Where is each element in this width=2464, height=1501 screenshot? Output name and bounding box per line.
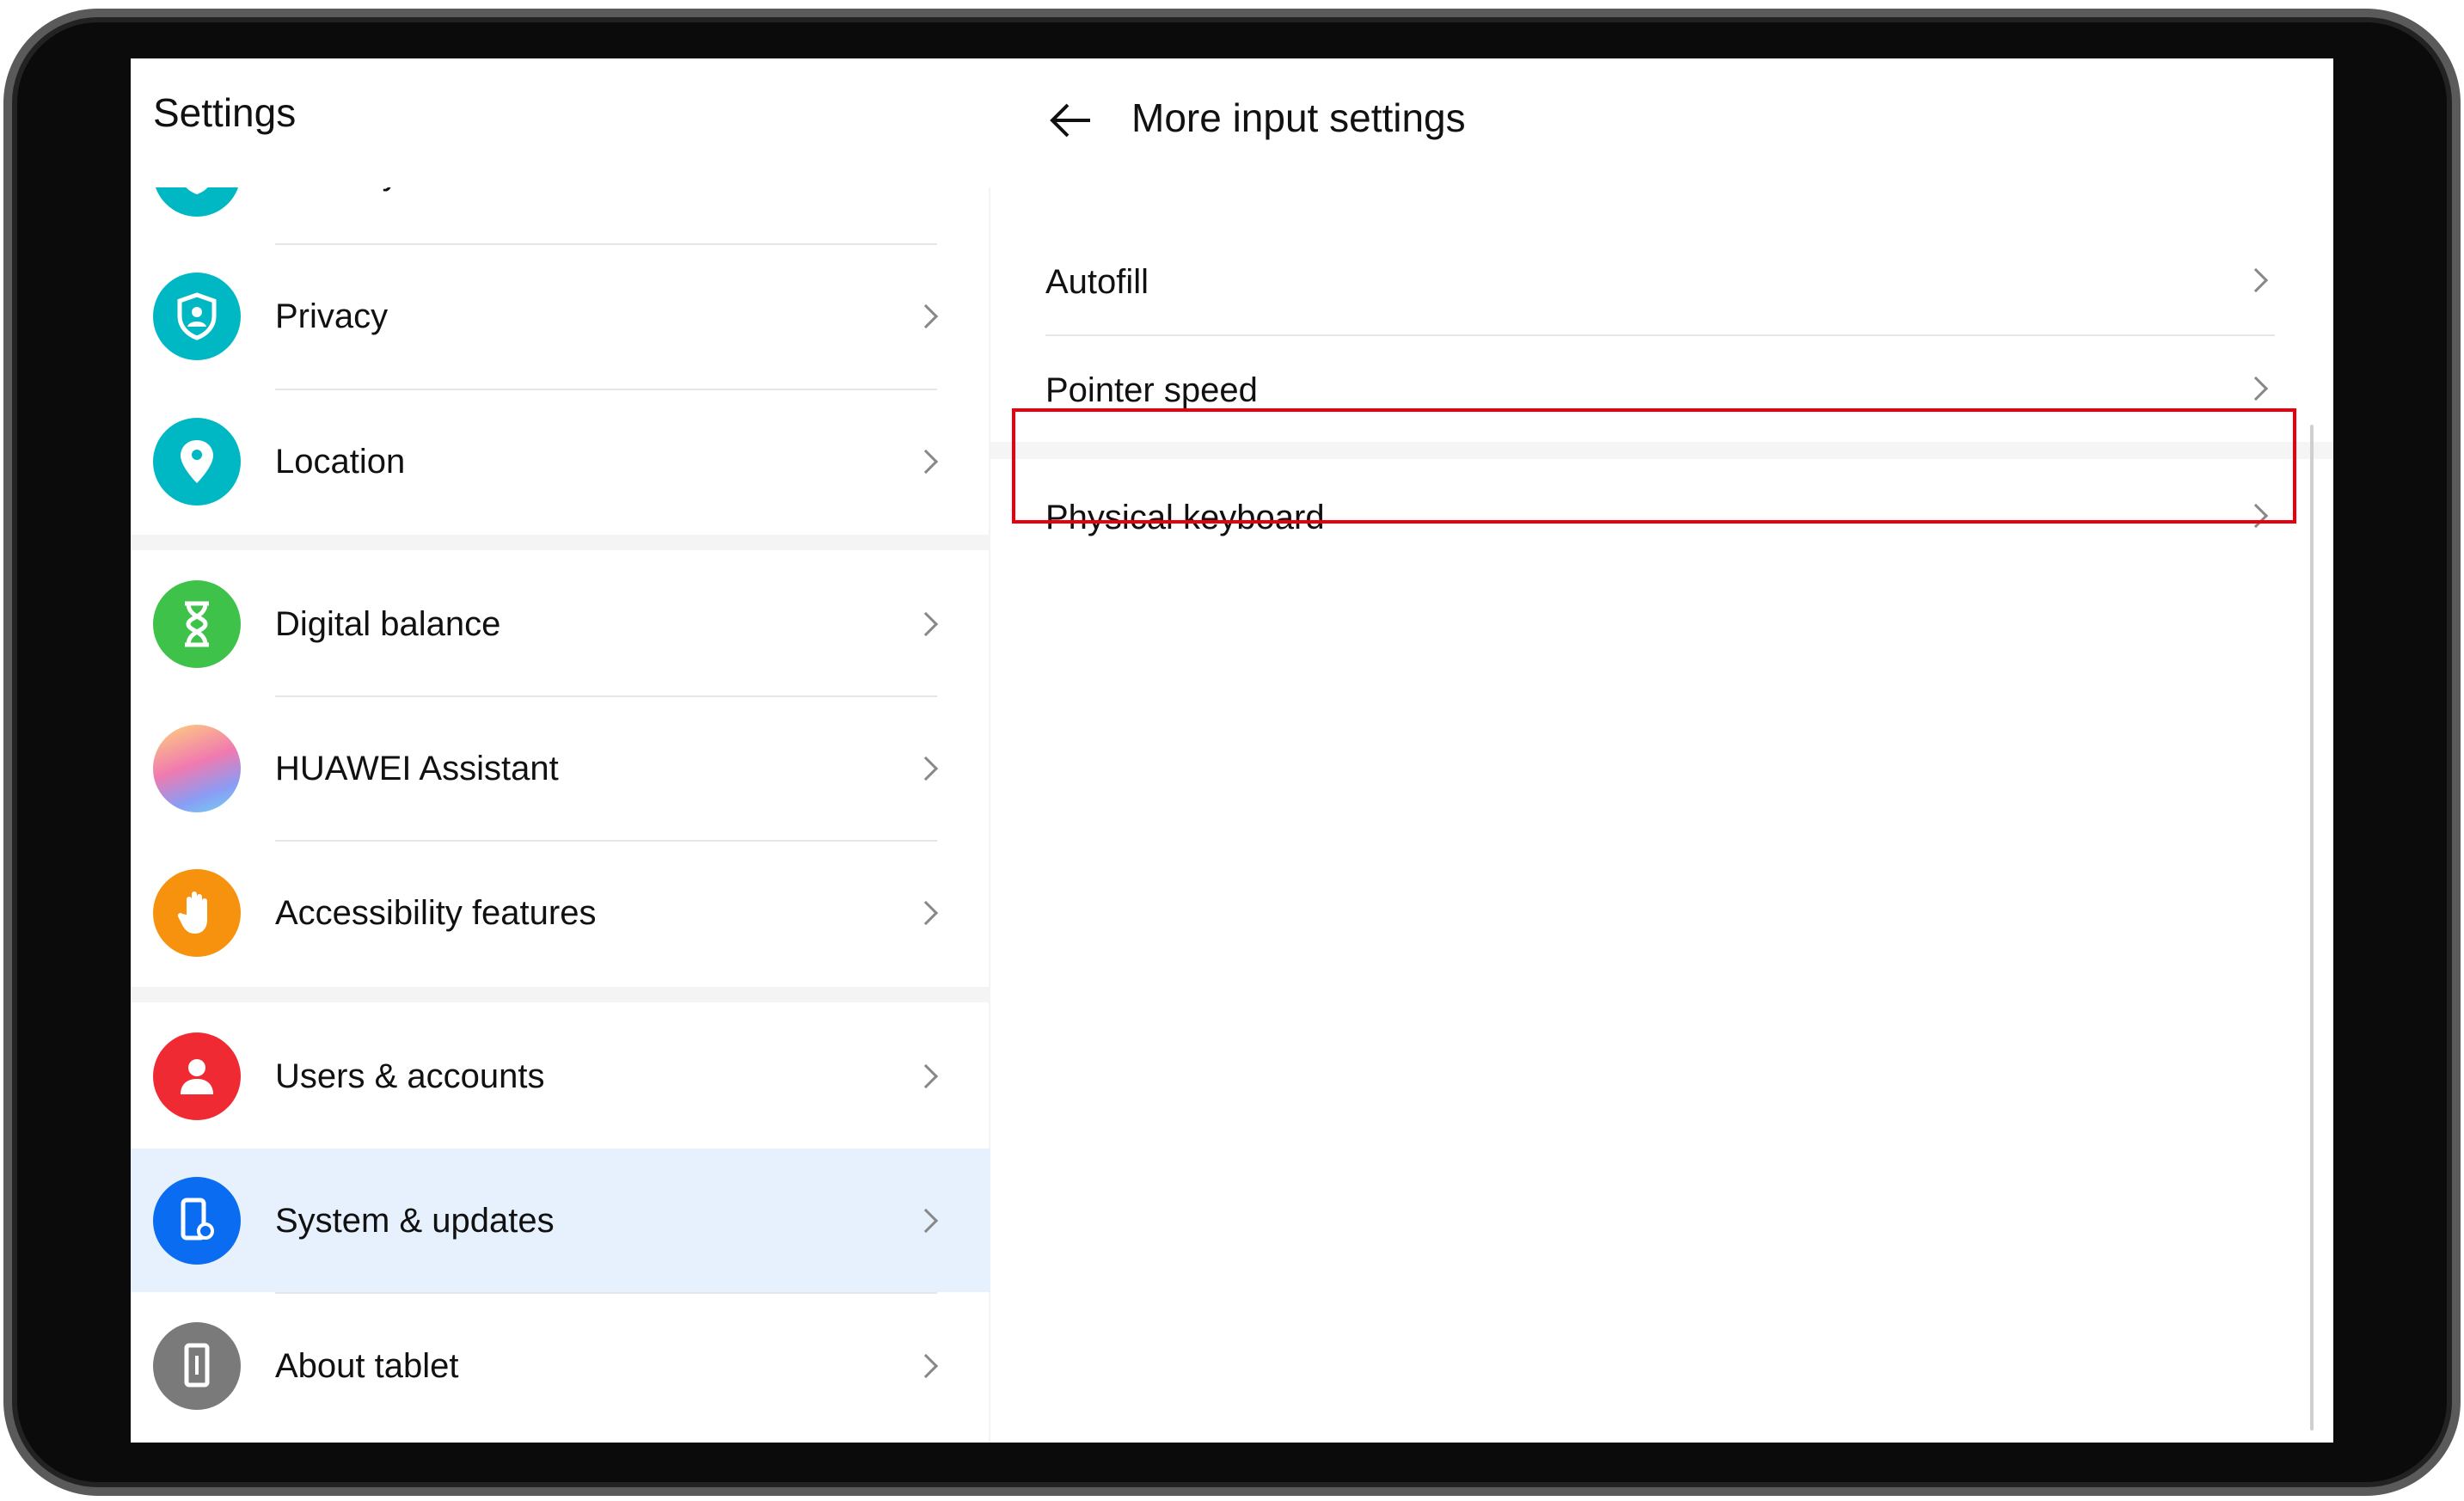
privacy-shield-icon <box>153 273 241 360</box>
hourglass-icon <box>153 580 241 668</box>
highlight-box <box>1012 408 2296 524</box>
screen: Security Privacy Location Digital balanc… <box>131 58 2333 1443</box>
chevron-right-icon <box>913 1063 939 1089</box>
sidebar-item-label: System & updates <box>275 1202 555 1240</box>
sidebar-item-users-accounts[interactable]: Users & accounts <box>131 1004 990 1149</box>
system-icon <box>153 1177 241 1265</box>
sidebar-item-digital-balance[interactable]: Digital balance <box>131 552 990 696</box>
chevron-right-icon <box>2243 267 2269 293</box>
location-pin-icon <box>153 418 241 505</box>
hand-icon <box>153 869 241 957</box>
sidebar-item-label: About tablet <box>275 1347 459 1385</box>
sidebar-item-about-tablet[interactable]: About tablet <box>131 1294 990 1438</box>
sidebar-item-label: Accessibility features <box>275 894 597 932</box>
chevron-right-icon <box>913 449 939 475</box>
page-title: Settings <box>153 90 297 135</box>
settings-sidebar: Security Privacy Location Digital balanc… <box>131 58 990 1443</box>
chevron-right-icon <box>913 1353 939 1379</box>
scrollbar[interactable] <box>2310 425 2314 1431</box>
chevron-right-icon <box>913 900 939 926</box>
sidebar-item-label: Digital balance <box>275 605 501 643</box>
sidebar-item-label: Privacy <box>275 297 389 335</box>
chevron-right-icon <box>913 756 939 781</box>
tablet-icon <box>153 1322 241 1410</box>
sidebar-item-accessibility[interactable]: Accessibility features <box>131 841 990 985</box>
detail-title: More input settings <box>1131 95 1466 140</box>
chevron-right-icon <box>913 611 939 637</box>
chevron-right-icon <box>913 1208 939 1234</box>
section-gap <box>131 535 990 550</box>
back-arrow-icon[interactable] <box>1045 95 1097 146</box>
list-item-autofill[interactable]: Autofill <box>1045 230 2275 334</box>
sidebar-item-privacy[interactable]: Privacy <box>131 244 990 389</box>
section-gap <box>131 987 990 1002</box>
detail-pane: More input settings Autofill Pointer spe… <box>990 58 2333 1443</box>
user-icon <box>153 1032 241 1120</box>
chevron-right-icon <box>913 303 939 329</box>
sidebar-item-label: HUAWEI Assistant <box>275 750 559 787</box>
sidebar-item-label: Users & accounts <box>275 1057 545 1095</box>
list-item-label: Autofill <box>1045 263 1149 301</box>
sidebar-header: Settings <box>131 58 990 187</box>
sidebar-item-label: Location <box>275 443 406 481</box>
sidebar-item-huawei-assistant[interactable]: HUAWEI Assistant <box>131 696 990 841</box>
chevron-right-icon <box>2243 376 2269 401</box>
assistant-icon <box>153 725 241 812</box>
divider <box>1045 334 2275 336</box>
sidebar-item-system-updates[interactable]: System & updates <box>131 1149 990 1293</box>
sidebar-item-location[interactable]: Location <box>131 389 990 534</box>
